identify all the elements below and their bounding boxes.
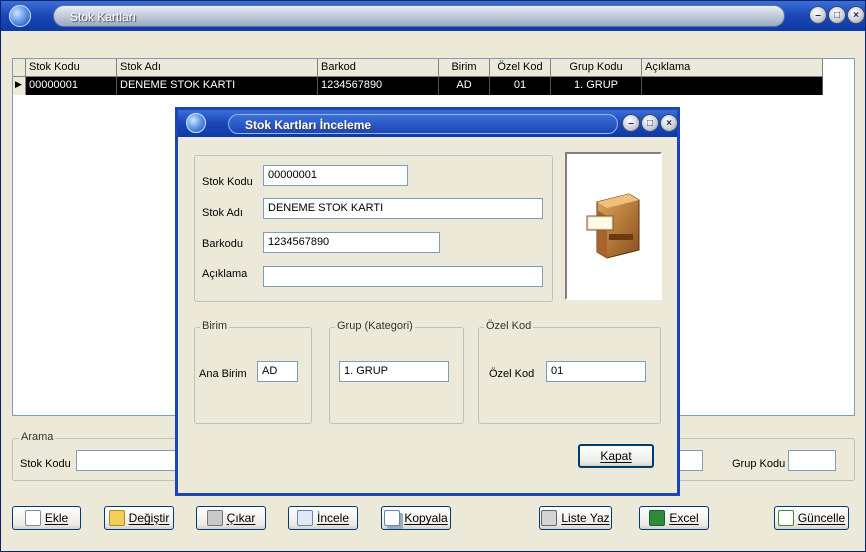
cell-ozel-kod[interactable]: 01 [490,77,551,95]
close-icon[interactable]: × [847,6,865,24]
dialog-close-icon[interactable]: × [660,114,678,132]
excel-icon [649,510,666,526]
col-grup-kodu[interactable]: Grup Kodu [551,59,642,77]
dialog-title-pill: Stok Kartları İnceleme [228,114,618,134]
stok-kodu-label: Stok Kodu [202,176,253,188]
stok-kodu-field[interactable]: 00000001 [263,165,408,186]
ana-birim-field[interactable]: AD [257,361,298,382]
excel-button[interactable]: Excel [639,506,709,530]
search-grup-kodu-label: Grup Kodu [732,458,786,470]
cabinet-icon [586,193,640,259]
col-barkod[interactable]: Barkod [318,59,439,77]
ekle-button[interactable]: Ekle [12,506,81,530]
ozel-kod-group: Özel Kod Özel Kod 01 [478,320,661,424]
birim-group-label: Birim [200,320,230,332]
search-grup-kodu-input[interactable] [788,450,836,471]
dialog-window-controls: – □ × [622,114,678,132]
window-controls: – □ × [809,6,865,24]
maximize-icon[interactable]: □ [828,6,846,24]
header-indicator [13,59,26,77]
info-group: Stok Kodu 00000001 Stok Adı DENEME STOK … [194,155,553,302]
app-globe-icon[interactable] [9,5,31,27]
liste-yaz-button[interactable]: Liste Yaz [539,506,612,530]
stok-adi-label: Stok Adı [202,207,243,219]
inspect-dialog: Stok Kartları İnceleme – □ × Stok Kodu 0… [175,107,680,496]
degistir-button[interactable]: Değiştir [104,506,174,530]
grup-group-label: Grup (Kategori) [335,320,415,332]
dialog-titlebar[interactable]: Stok Kartları İnceleme – □ × [178,110,678,137]
cell-grup-kodu[interactable]: 1. GRUP [551,77,642,95]
copy-icon [384,510,401,526]
birim-group: Birim Ana Birim AD [194,320,312,424]
grid-header: Stok Kodu Stok Adı Barkod Birim Özel Kod… [13,59,823,77]
table-row[interactable]: ▶ 00000001 DENEME STOK KARTI 1234567890 … [13,77,823,95]
main-titlebar[interactable]: Stok Kartları – □ × [1,1,865,31]
cell-stok-adi[interactable]: DENEME STOK KARTI [117,77,318,95]
dialog-globe-icon[interactable] [186,113,206,133]
cell-aciklama[interactable] [642,77,823,95]
new-document-icon [24,510,41,526]
trash-icon [206,510,223,526]
search-stok-kodu-label: Stok Kodu [20,458,71,470]
cikar-button[interactable]: Çıkar [196,506,266,530]
cell-barkod[interactable]: 1234567890 [318,77,439,95]
minimize-icon[interactable]: – [809,6,827,24]
window-title: Stok Kartları [70,10,137,24]
magnifier-document-icon [296,510,313,526]
printer-icon [541,510,558,526]
product-image [565,152,662,300]
aciklama-field[interactable] [263,266,543,287]
ozel-kod-group-label: Özel Kod [484,320,534,332]
ozel-kod-field[interactable]: 01 [546,361,646,382]
cell-birim[interactable]: AD [439,77,490,95]
folder-open-icon [108,510,125,526]
ozel-kod-label: Özel Kod [489,368,535,380]
barkodu-field[interactable]: 1234567890 [263,232,440,253]
search-extra-input[interactable] [677,450,703,471]
ana-birim-label: Ana Birim [199,368,247,380]
title-pill: Stok Kartları [53,5,785,27]
kapat-button[interactable]: Kapat [578,444,654,468]
incele-button[interactable]: İncele [288,506,358,530]
kopyala-button[interactable]: Kopyala [381,506,451,530]
dialog-maximize-icon[interactable]: □ [641,114,659,132]
col-aciklama[interactable]: Açıklama [642,59,823,77]
stok-adi-field[interactable]: DENEME STOK KARTI [263,198,543,219]
dialog-title: Stok Kartları İnceleme [245,118,372,132]
aciklama-label: Açıklama [202,268,248,280]
col-birim[interactable]: Birim [439,59,490,77]
col-stok-adi[interactable]: Stok Adı [117,59,318,77]
col-stok-kodu[interactable]: Stok Kodu [26,59,117,77]
cell-stok-kodu[interactable]: 00000001 [26,77,117,95]
dialog-minimize-icon[interactable]: – [622,114,640,132]
row-pointer-icon: ▶ [13,77,26,95]
search-group-label: Arama [19,431,56,443]
refresh-icon [777,510,794,526]
grup-group: Grup (Kategori) 1. GRUP [329,320,464,424]
search-stok-kodu-input[interactable] [76,450,176,471]
grup-field[interactable]: 1. GRUP [339,361,449,382]
barkodu-label: Barkodu [202,238,243,250]
col-ozel-kod[interactable]: Özel Kod [490,59,551,77]
guncelle-button[interactable]: Güncelle [774,506,849,530]
